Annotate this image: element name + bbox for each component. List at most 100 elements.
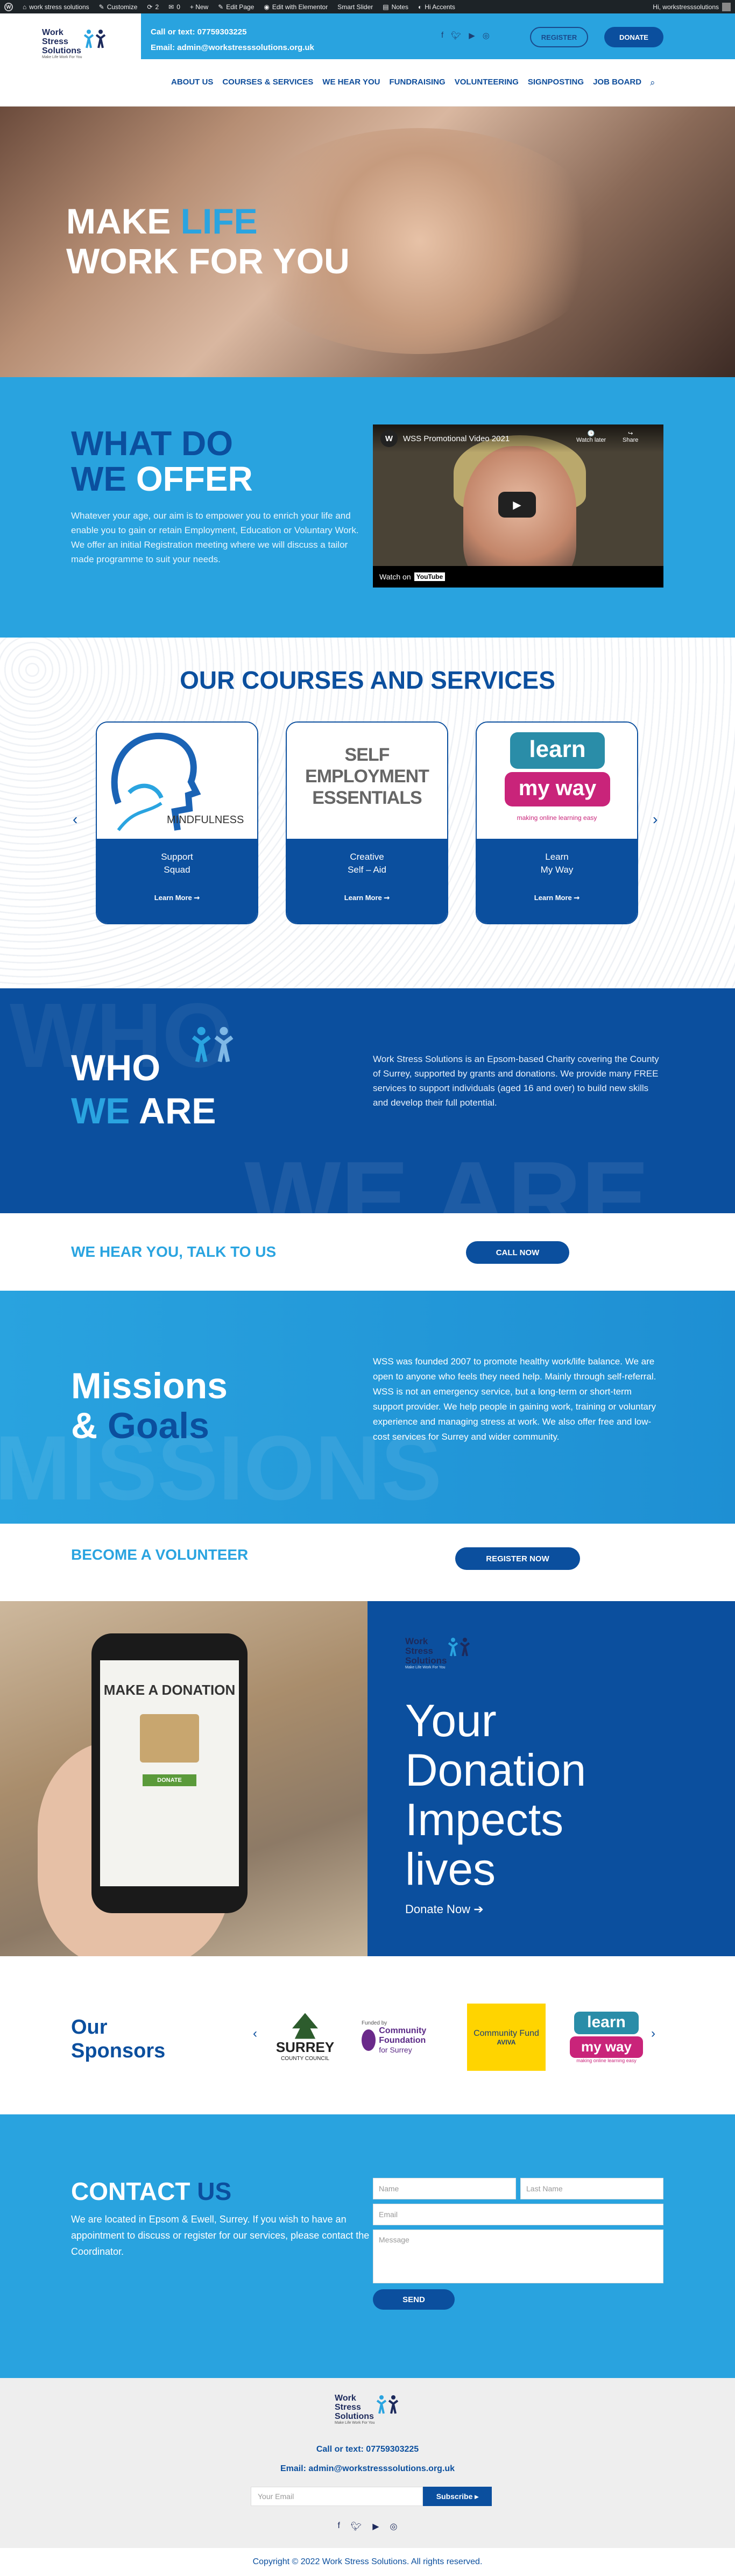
- mindfulness-label: MINDFULNESS: [167, 814, 244, 826]
- sponsors-next-icon[interactable]: ›: [651, 2026, 655, 2041]
- admin-new-link[interactable]: + New: [190, 3, 208, 11]
- register-button[interactable]: REGISTER: [530, 27, 588, 47]
- course-card-learn-my-way[interactable]: learn my way making online learning easy…: [476, 721, 638, 924]
- nav-we-hear-you[interactable]: WE HEAR YOU: [322, 77, 380, 87]
- twitter-icon[interactable]: 🐦︎: [351, 2521, 362, 2532]
- call-now-button[interactable]: CALL NOW: [466, 1241, 569, 1264]
- sponsor-community-foundation[interactable]: Funded by Community Foundation for Surrey: [362, 2004, 442, 2071]
- learn-more-link[interactable]: Learn More ➞: [97, 894, 257, 902]
- logo-text-line3: Solutions: [335, 2411, 374, 2421]
- channel-avatar[interactable]: W: [380, 430, 398, 447]
- watch-on-youtube[interactable]: Watch on YouTube: [373, 566, 663, 588]
- logo-text-line3: Solutions: [405, 1655, 447, 1666]
- nav-signposting[interactable]: SIGNPOSTING: [528, 77, 584, 87]
- hero-line2: WORK FOR YOU: [66, 241, 350, 281]
- missions-heading-goals: Goals: [108, 1405, 209, 1446]
- carousel-prev-icon[interactable]: ‹: [73, 811, 77, 828]
- course-card-creative-self-aid[interactable]: SELF EMPLOYMENT ESSENTIALS Creative Self …: [286, 721, 448, 924]
- people-figures-icon: [448, 1638, 470, 1657]
- admin-accents-label: Hi Accents: [425, 3, 455, 11]
- sponsor-aviva[interactable]: Community Fund AVIVA: [467, 2004, 546, 2071]
- contact-heading-contact: CONTACT: [71, 2177, 190, 2205]
- nav-volunteering[interactable]: VOLUNTEERING: [455, 77, 519, 87]
- instagram-icon[interactable]: ◎: [390, 2521, 398, 2532]
- sponsors-prev-icon[interactable]: ‹: [253, 2026, 257, 2041]
- send-button[interactable]: SEND: [373, 2289, 455, 2310]
- nav-courses-services[interactable]: COURSES & SERVICES: [222, 77, 313, 87]
- admin-edit-page-link[interactable]: ✎ Edit Page: [218, 3, 254, 11]
- logo-text-line1: Work: [335, 2394, 356, 2403]
- course-title-line1: Creative: [350, 852, 384, 862]
- learn-more-link[interactable]: Learn More ➞: [287, 894, 447, 902]
- subscribe-email-input[interactable]: Your Email: [251, 2487, 423, 2506]
- missions-section: MISSIONS Missions & Goals WSS was founde…: [0, 1291, 735, 1524]
- footer-email[interactable]: Email: admin@workstresssolutions.org.uk: [0, 2464, 735, 2474]
- learn-more-link[interactable]: Learn More ➞: [477, 894, 637, 902]
- nav-job-board[interactable]: JOB BOARD: [593, 77, 641, 87]
- watch-later-button[interactable]: 🕒 Watch later: [576, 430, 606, 443]
- hear-you-strip: WE HEAR YOU, TALK TO US CALL NOW: [0, 1213, 735, 1291]
- nav-fundraising[interactable]: FUNDRAISING: [390, 77, 446, 87]
- email-field[interactable]: Email: [373, 2204, 663, 2225]
- course-title-line2: My Way: [540, 865, 574, 875]
- sponsors-heading-our: Our: [71, 2016, 108, 2039]
- admin-updates-link[interactable]: ⟳ 2: [147, 3, 159, 11]
- search-icon[interactable]: ⌕: [650, 77, 655, 88]
- video-title[interactable]: WSS Promotional Video 2021: [403, 434, 510, 443]
- admin-customize-link[interactable]: ✎ Customize: [99, 3, 138, 11]
- footer-logo[interactable]: Work Stress Solutions Make Life Work For…: [335, 2394, 400, 2425]
- contact-heading: CONTACT US: [71, 2177, 231, 2206]
- youtube-logo: YouTube: [414, 572, 446, 581]
- youtube-icon[interactable]: ▶: [469, 31, 475, 40]
- donate-now-label: Donate Now: [405, 1902, 471, 1916]
- header-phone[interactable]: Call or text: 07759303225: [151, 27, 246, 37]
- message-field[interactable]: Message: [373, 2230, 663, 2283]
- instagram-icon[interactable]: ◎: [483, 31, 490, 40]
- admin-notes-link[interactable]: ▤ Notes: [383, 3, 408, 11]
- sponsor-surrey-sub: COUNTY COUNCIL: [281, 2055, 329, 2062]
- footer-phone[interactable]: Call or text: 07759303225: [0, 2445, 735, 2454]
- sponsor-learn-my-way[interactable]: learn my way making online learning easy: [566, 2004, 647, 2071]
- offer-heading: WHAT DO WE OFFER: [71, 426, 253, 497]
- promo-video[interactable]: W WSS Promotional Video 2021 🕒 Watch late…: [373, 424, 663, 588]
- subscribe-button[interactable]: Subscribe ▸: [423, 2487, 492, 2506]
- site-logo[interactable]: Work Stress Solutions Make Life Work For…: [42, 28, 107, 59]
- header-email[interactable]: Email: admin@workstresssolutions.org.uk: [151, 43, 314, 52]
- learn-more-label: Learn More: [534, 894, 572, 902]
- share-button[interactable]: ↪ Share: [623, 430, 638, 443]
- who-heading-we: WE: [71, 1091, 130, 1131]
- sponsor-surrey[interactable]: SURREY COUNTY COUNCIL: [265, 2004, 345, 2071]
- volunteer-strip: BECOME A VOLUNTEER REGISTER NOW: [0, 1524, 735, 1601]
- last-name-field[interactable]: Last Name: [520, 2178, 663, 2199]
- nav-about-us[interactable]: ABOUT US: [171, 77, 213, 87]
- donate-button[interactable]: DONATE: [604, 27, 663, 47]
- admin-account-menu[interactable]: Hi, workstresssolutions: [653, 2, 731, 11]
- wp-logo-icon[interactable]: W: [4, 2, 13, 11]
- youtube-icon[interactable]: ▶: [372, 2521, 379, 2532]
- carousel-next-icon[interactable]: ›: [653, 811, 658, 828]
- twitter-icon[interactable]: 🐦︎: [451, 31, 461, 40]
- share-label: Share: [623, 437, 639, 443]
- facebook-icon[interactable]: f: [337, 2521, 340, 2532]
- admin-slider-link[interactable]: Smart Slider: [337, 3, 373, 11]
- play-icon[interactable]: ▶: [498, 492, 536, 518]
- register-now-button[interactable]: REGISTER NOW: [455, 1547, 580, 1570]
- admin-site-link[interactable]: ⌂ work stress solutions: [23, 3, 89, 11]
- hero-word-make: MAKE: [66, 201, 171, 241]
- community-foundation-icon: [362, 2029, 376, 2051]
- footer-social-links: f 🐦︎ ▶ ◎: [0, 2521, 735, 2532]
- hero-heading: MAKE LIFE WORK FOR YOU: [66, 201, 350, 281]
- facebook-icon[interactable]: f: [441, 31, 443, 40]
- admin-elementor-link[interactable]: ◉ Edit with Elementor: [264, 3, 328, 11]
- name-field[interactable]: Name: [373, 2178, 516, 2199]
- admin-comments-count: 0: [176, 3, 180, 11]
- sponsor-cf-name: Community Foundation: [379, 2026, 427, 2045]
- admin-comments-link[interactable]: ✉ 0: [168, 3, 180, 11]
- course-card-support-squad[interactable]: MINDFULNESS Support Squad Learn More ➞: [96, 721, 258, 924]
- learn-my-way-image: learn my way making online learning easy: [477, 723, 637, 840]
- logo-text-line3: Solutions: [42, 46, 81, 55]
- donate-now-link[interactable]: Donate Now ➔: [405, 1902, 484, 1916]
- admin-accents-link[interactable]: ◐ Hi Accents: [418, 3, 455, 11]
- offer-heading-what: WHAT DO: [71, 424, 233, 463]
- mindfulness-image: MINDFULNESS: [97, 723, 257, 840]
